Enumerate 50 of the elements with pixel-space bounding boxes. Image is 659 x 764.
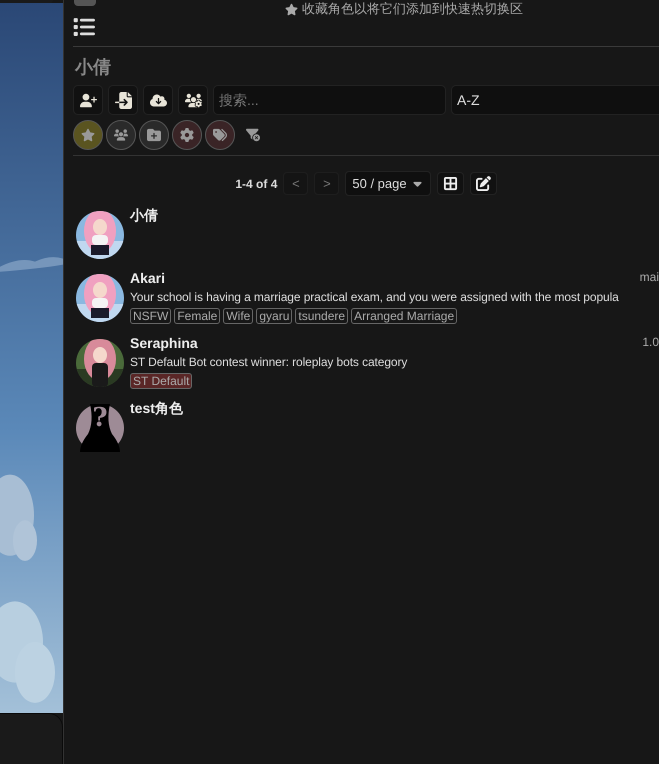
character-name[interactable]: Akari (130, 270, 166, 286)
character-name[interactable]: test角色 (130, 400, 183, 418)
page-size-select[interactable]: 50 / page (345, 171, 431, 196)
grid-icon (442, 176, 458, 191)
settings-filter[interactable] (172, 120, 202, 150)
tags-filter[interactable] (205, 120, 235, 150)
sort-select[interactable]: A-Z (451, 85, 659, 115)
tags-icon (213, 128, 227, 142)
page-range: 1-4 of 4 (235, 176, 278, 190)
search-field[interactable]: 搜索... (213, 85, 446, 115)
character-name[interactable]: 小倩 (130, 207, 158, 225)
favorites-hint: 收藏角色以将它们添加到快速热切换区 (302, 0, 523, 18)
add-user-icon (80, 92, 96, 108)
character-tag: Wife (223, 308, 254, 324)
bulk-edit-button[interactable] (470, 172, 497, 195)
gear-icon (180, 128, 194, 142)
cloud-download-icon (150, 92, 166, 108)
users-icon (114, 128, 128, 142)
next-page-button[interactable]: > (314, 172, 340, 195)
groups-filter[interactable] (106, 120, 136, 150)
edit-icon (476, 176, 491, 191)
grid-view-button[interactable] (436, 172, 464, 195)
import-button[interactable] (108, 85, 138, 115)
character-description: Your school is having a marriage practical exam, and you were assigned with the most popula (130, 290, 620, 304)
users-gear-icon (184, 92, 202, 108)
character-tag: NSFW (130, 308, 172, 324)
menu-icon[interactable] (73, 16, 95, 38)
add-character-button[interactable] (73, 85, 103, 115)
character-meta: 1.0 (642, 335, 659, 351)
download-button[interactable] (143, 85, 173, 115)
favorites-filter[interactable] (73, 120, 103, 150)
character-tag: gyaru (256, 308, 292, 324)
default-avatar-icon: ? (76, 404, 124, 452)
folder-plus-icon (147, 128, 161, 142)
character-tag: Arranged Marriage (351, 308, 458, 324)
star-icon (81, 128, 95, 142)
tab-handle[interactable] (74, 0, 96, 6)
character-description: ST Default Bot contest winner: roleplay bots category (130, 355, 408, 369)
character-name[interactable]: Seraphina (130, 335, 198, 351)
previous-page-button[interactable]: < (283, 172, 308, 195)
character-meta: mai (640, 270, 659, 286)
folder-filter[interactable] (139, 120, 169, 150)
character-tag: Female (174, 308, 220, 324)
star-icon (285, 2, 298, 16)
panel-title: 小倩 (75, 56, 112, 79)
character-tag: ST Default (130, 373, 192, 389)
file-import-icon (114, 92, 132, 108)
filter-clear-icon (246, 128, 260, 142)
character-tag: tsundere (295, 308, 348, 324)
group-button[interactable] (178, 85, 208, 115)
